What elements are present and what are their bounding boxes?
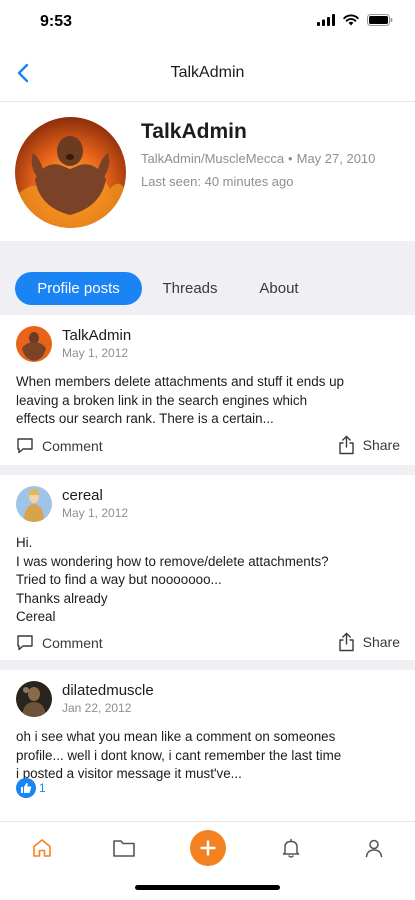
post-body[interactable]: Hi. I was wondering how to remove/delete… [16, 534, 401, 627]
profile-name: TalkAdmin [141, 120, 247, 143]
post-author[interactable]: dilatedmuscle [62, 682, 154, 699]
profile-header: TalkAdmin TalkAdmin/MuscleMecca • May 27, … [0, 103, 415, 241]
like-count: 1 [39, 781, 46, 795]
folder-icon [113, 840, 135, 857]
tab-create[interactable] [190, 830, 226, 866]
post-author[interactable]: TalkAdmin [62, 327, 131, 344]
profile-post: dilatedmuscle Jan 22, 2012 oh i see what… [0, 670, 415, 821]
post-body-line: leaving a broken link in the search engi… [16, 392, 308, 408]
plus-icon [190, 830, 226, 866]
post-body-line: Hi. [16, 535, 33, 550]
share-label: Share [362, 634, 400, 650]
tab-folder[interactable] [106, 830, 142, 866]
post-date: May 1, 2012 [62, 346, 129, 360]
share-icon [338, 632, 354, 652]
status-icons [317, 14, 393, 26]
share-button[interactable]: Share [338, 632, 400, 652]
person-icon [365, 839, 383, 858]
share-button[interactable]: Share [338, 435, 400, 455]
post-body-line: effects our search rank. There is a cert… [16, 411, 274, 426]
post-body[interactable]: When members delete attachments and stuf… [16, 373, 401, 429]
battery-icon [367, 14, 393, 26]
comment-icon [17, 438, 33, 454]
tab-notifications[interactable] [273, 830, 309, 866]
post-author-avatar[interactable] [16, 326, 52, 362]
wifi-icon [343, 14, 359, 26]
post-author-avatar[interactable] [16, 681, 52, 717]
profile-last-seen: Last seen: 40 minutes ago [141, 174, 294, 189]
tab-profile[interactable] [356, 830, 392, 866]
post-separator [0, 465, 415, 475]
nav-bar: TalkAdmin [0, 44, 415, 102]
meta-separator: • [288, 151, 293, 166]
share-label: Share [362, 437, 400, 453]
post-body-line: Cereal [16, 609, 56, 624]
thumbs-up-icon [16, 778, 36, 798]
post-separator [0, 660, 415, 670]
profile-post: TalkAdmin May 1, 2012 When members delet… [0, 315, 415, 465]
profile-avatar[interactable] [15, 117, 126, 228]
home-indicator [135, 885, 280, 890]
post-author-avatar[interactable] [16, 486, 52, 522]
post-body-line: oh i see what you mean like a comment on… [16, 729, 336, 744]
comment-label: Comment [42, 634, 103, 651]
comment-button[interactable]: Comment [16, 437, 103, 454]
status-time: 9:53 [40, 13, 73, 30]
post-date: Jan 22, 2012 [62, 701, 132, 715]
section-divider [0, 241, 415, 267]
tab-about[interactable]: About [244, 272, 314, 305]
profile-tabs: Profile posts Threads About [0, 267, 415, 315]
post-body-line: profile... well i dont know, i cant reme… [16, 747, 342, 763]
post-author[interactable]: cereal [62, 487, 103, 504]
nav-title: TalkAdmin [170, 64, 245, 81]
tab-profile-posts[interactable]: Profile posts [15, 272, 142, 305]
tab-threads[interactable]: Threads [152, 272, 228, 305]
profile-joined-date: May 27, 2010 [296, 151, 376, 166]
comment-button[interactable]: Comment [16, 634, 103, 651]
post-body-line: Thanks already [16, 590, 108, 606]
post-body-line: Tried to find a way but nooooooo... [16, 572, 222, 587]
profile-handle: TalkAdmin/MuscleMecca [141, 151, 285, 166]
share-icon [338, 435, 354, 455]
comment-icon [17, 635, 33, 651]
post-body-line: When members delete attachments and stuf… [16, 374, 345, 389]
status-bar: 9:53 [0, 0, 415, 44]
post-body[interactable]: oh i see what you mean like a comment on… [16, 728, 401, 784]
comment-label: Comment [42, 437, 103, 454]
profile-meta: TalkAdmin/MuscleMecca • May 27, 2010 [141, 151, 375, 166]
signal-icon [317, 14, 335, 26]
post-date: May 1, 2012 [62, 506, 129, 520]
post-body-line: I was wondering how to remove/delete att… [16, 553, 329, 569]
like-reaction[interactable]: 1 [16, 778, 46, 798]
bottom-tab-bar [0, 821, 415, 873]
post-body-line: i posted a visitor message it must've... [16, 766, 242, 781]
profile-post: cereal May 1, 2012 Hi. I was wondering h… [0, 475, 415, 660]
home-icon [33, 839, 51, 857]
tab-home[interactable] [24, 830, 60, 866]
bell-icon [282, 838, 300, 858]
